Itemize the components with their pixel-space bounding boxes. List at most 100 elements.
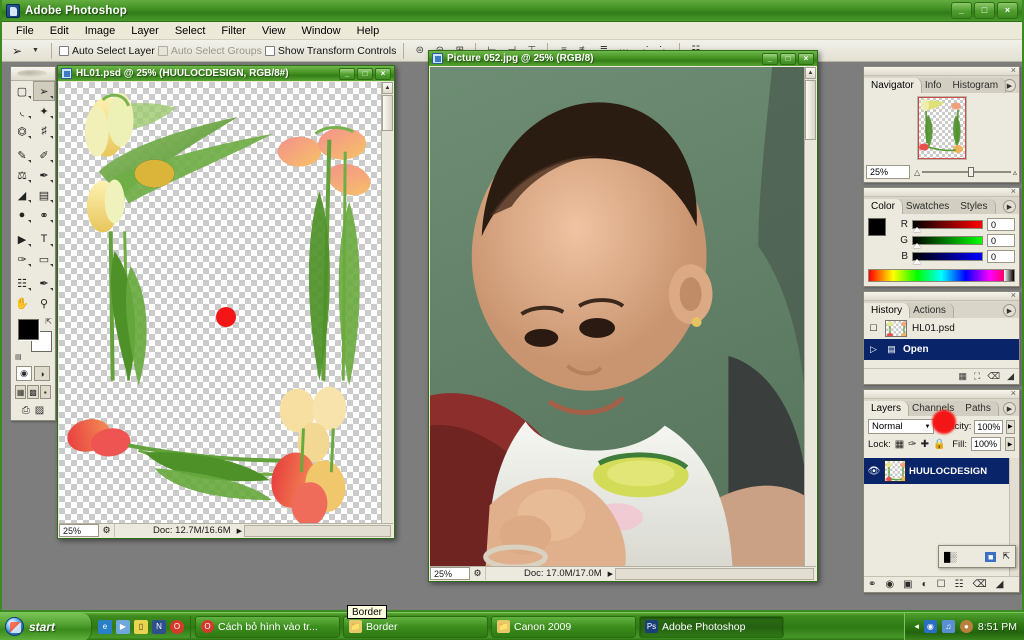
crop-tool[interactable]: ⏣ [11,121,33,141]
solid-color-icon[interactable]: ■ [985,551,997,562]
blend-mode-select[interactable]: Normal ▼ [868,419,934,434]
clone-stamp-tool[interactable]: ⚖ [11,165,33,185]
resize-grip-icon[interactable]: ◢ [996,579,1004,590]
fill-input[interactable]: 100% [971,437,1001,451]
type-tool[interactable]: T [33,229,55,249]
opacity-input[interactable]: 100% [974,419,1003,434]
history-state-row[interactable]: ▷ ▤ Open [864,339,1019,360]
lock-image-pixels-icon[interactable]: ✑ [908,439,916,450]
scroll-up-arrow-icon[interactable]: ▲ [805,67,816,79]
doc-picture052-titlebar[interactable]: Picture 052.jpg @ 25% (RGB/8) _ □ × [429,51,817,66]
task-button-active[interactable]: Ps Adobe Photoshop [639,615,784,638]
healing-brush-tool[interactable]: ✎ [11,145,33,165]
standard-mode-button[interactable]: ◉ [16,366,32,381]
g-value[interactable]: 0 [987,234,1015,247]
delete-layer-icon[interactable]: ⌫ [973,579,987,590]
close-button[interactable]: × [997,2,1018,19]
tab-history[interactable]: History [864,303,911,318]
doc-picture052-canvas[interactable] [430,67,804,566]
b-slider-knob[interactable] [913,259,921,264]
menu-view[interactable]: View [254,24,294,38]
doc-close-button[interactable]: × [798,52,814,65]
navigator-view-box[interactable] [917,97,966,159]
new-document-from-state-icon[interactable]: ▦ [959,371,968,382]
history-list[interactable]: ☐ HL01.psd ▷ ▤ Open [864,318,1019,368]
zoom-out-icon[interactable]: △ [914,168,920,177]
panel-menu-icon[interactable]: ▶ [1003,200,1016,213]
show-transform-controls-checkbox[interactable]: Show Transform Controls [264,45,396,57]
media-player-icon[interactable]: ▶ [116,619,130,634]
gradient-tool[interactable]: ▤ [33,185,55,205]
b-value[interactable]: 0 [987,250,1015,263]
b-slider[interactable] [912,252,983,264]
doc-maximize-button[interactable]: □ [780,52,796,65]
volume-icon[interactable]: ♫ [941,620,955,633]
network-icon[interactable]: ◉ [923,620,937,633]
show-hidden-icons-arrow[interactable]: ◂ [914,621,919,632]
menu-edit[interactable]: Edit [42,24,77,38]
doc-minimize-button[interactable]: _ [339,67,355,80]
tab-swatches[interactable]: Swatches [898,199,958,214]
new-group-icon[interactable]: ☐ [937,579,946,590]
rectangle-shape-tool[interactable]: ▭ [33,249,55,269]
foreground-color-swatch[interactable] [18,319,39,340]
tab-histogram[interactable]: Histogram [945,78,1007,93]
menu-select[interactable]: Select [167,24,214,38]
navigator-preview[interactable] [864,93,1019,163]
lasso-tool[interactable]: ◟ [11,101,33,121]
move-tool-icon[interactable]: ➢ [6,42,28,60]
dodge-tool[interactable]: ⚭ [33,205,55,225]
brush-tool[interactable]: ✐ [33,145,55,165]
standard-screen-mode-button[interactable]: ▦ [15,385,27,399]
doc-picture052-hscrollbar[interactable] [615,567,814,580]
lock-transparent-pixels-icon[interactable]: ▦ [895,439,904,450]
menu-window[interactable]: Window [294,24,349,38]
layer-style-icon[interactable]: ◉ [885,579,894,590]
menu-help[interactable]: Help [349,24,388,38]
flyout-arrow-icon[interactable]: ⇱ [1002,551,1010,562]
swap-colors-icon[interactable]: ⇱ [45,317,52,326]
snapshot-source-icon[interactable]: ☐ [867,323,880,334]
path-selection-tool[interactable]: ▶ [11,229,33,249]
layers-grip[interactable] [864,388,1019,399]
g-slider-knob[interactable] [913,243,921,248]
imageready-icon[interactable]: ▨ [35,405,44,416]
history-grip[interactable] [864,290,1019,301]
navigator-grip[interactable] [864,65,1019,76]
chevron-down-icon[interactable]: ▼ [925,424,931,430]
opacity-stepper[interactable]: ▶ [1005,419,1016,434]
tab-styles[interactable]: Styles [953,199,996,214]
notepad-icon[interactable]: ▯ [134,619,148,634]
scroll-up-arrow-icon[interactable]: ▲ [382,82,393,94]
history-snapshot-row[interactable]: ☐ HL01.psd [864,318,1019,339]
eraser-tool[interactable]: ◢ [11,185,33,205]
slice-tool[interactable]: ♯ [33,121,55,141]
toolbox-grip[interactable] [11,67,55,81]
history-brush-tool[interactable]: ✒ [33,165,55,185]
edit-in-imageready-icon[interactable]: ⎙ [22,405,30,416]
doc-hl01-hscrollbar[interactable] [244,524,391,537]
eyedropper-tool[interactable]: ✒ [33,273,55,293]
pen-tool[interactable]: ✑ [11,249,33,269]
color-ramp[interactable] [868,269,1015,282]
task-button[interactable]: O Cách bỏ hình vào tr... [195,615,340,638]
new-layer-icon[interactable]: ☷ [955,579,964,590]
zoom-in-icon[interactable]: ▵ [1013,168,1017,177]
nero-icon[interactable]: N [152,619,166,634]
new-snapshot-icon[interactable]: ⛶ [974,371,980,382]
doc-hl01-canvas[interactable] [59,82,381,523]
doc-maximize-button[interactable]: □ [357,67,373,80]
zoom-tool[interactable]: ⚲ [33,293,55,313]
slider-track[interactable] [922,167,1011,177]
resize-grip-icon[interactable]: ◢ [1007,371,1014,382]
color-swatch-pair[interactable] [868,218,896,246]
menu-layer[interactable]: Layer [123,24,167,38]
jump-to-imageready[interactable]: ⎙ ▨ [11,403,55,420]
r-value[interactable]: 0 [987,218,1015,231]
g-slider[interactable] [912,236,983,248]
clock[interactable]: 8:51 PM [978,621,1017,633]
full-screen-mode-button[interactable]: ▪ [39,385,51,399]
marquee-tool[interactable]: ▢ [11,81,33,101]
foreground-color-swatch[interactable] [868,218,886,236]
color-grip[interactable] [864,186,1019,197]
